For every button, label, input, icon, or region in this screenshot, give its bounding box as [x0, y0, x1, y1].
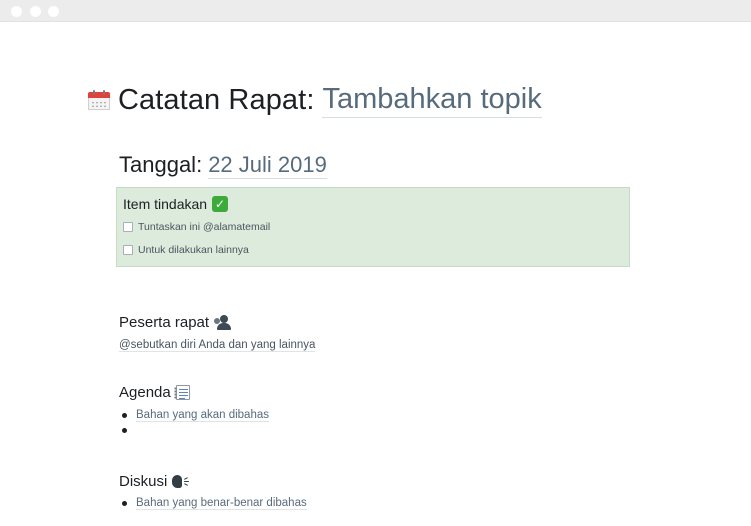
discussion-list-item: Bahan yang benar-benar dibahas	[122, 497, 307, 510]
bullet-marker	[122, 413, 127, 418]
check-mark-icon: ✓	[212, 196, 229, 212]
window-zoom-button[interactable]	[48, 6, 59, 17]
people-icon	[214, 315, 232, 330]
calendar-icon	[88, 90, 110, 110]
agenda-list-item: Bahan yang akan dibahas	[122, 409, 269, 422]
discussion-item-text[interactable]: Bahan yang benar-benar dibahas	[136, 497, 307, 510]
agenda-list-item	[122, 428, 136, 433]
window-minimize-button[interactable]	[30, 6, 41, 17]
todo-item: Tuntaskan ini @alamatemail	[123, 221, 270, 233]
todo-checkbox[interactable]	[123, 222, 133, 232]
meeting-date: Tanggal: 22 Juli 2019	[119, 152, 327, 179]
attendees-heading: Peserta rapat	[119, 314, 232, 331]
todo-label[interactable]: Tuntaskan ini @alamatemail	[138, 221, 270, 233]
discussion-heading: Diskusi	[119, 473, 190, 490]
attendees-mention-placeholder[interactable]: @sebutkan diri Anda dan yang lainnya	[119, 339, 316, 352]
notes-icon	[173, 385, 190, 400]
date-label: Tanggal:	[119, 152, 203, 177]
page-title: Catatan Rapat: Tambahkan topik	[88, 80, 542, 120]
agenda-heading: Agenda	[119, 384, 190, 401]
window-close-button[interactable]	[11, 6, 22, 17]
action-items-title: Item tindakan	[123, 196, 208, 212]
action-items-callout: Item tindakan ✓ Tuntaskan ini @alamatema…	[116, 187, 630, 267]
action-items-heading: Item tindakan ✓	[123, 196, 229, 212]
window-titlebar	[0, 0, 751, 22]
discussion-heading-label: Diskusi	[119, 473, 168, 490]
page-title-label: Catatan Rapat:	[118, 83, 315, 116]
speaking-head-icon	[172, 475, 190, 488]
todo-item: Untuk dilakukan lainnya	[123, 244, 249, 256]
bullet-marker	[122, 501, 127, 506]
agenda-heading-label: Agenda	[119, 384, 171, 401]
bullet-marker	[122, 428, 127, 433]
todo-label[interactable]: Untuk dilakukan lainnya	[138, 244, 249, 256]
add-topic-link[interactable]: Tambahkan topik	[322, 83, 542, 118]
attendees-heading-label: Peserta rapat	[119, 314, 210, 331]
agenda-item-text[interactable]: Bahan yang akan dibahas	[136, 409, 269, 422]
date-link[interactable]: 22 Juli 2019	[208, 152, 327, 179]
document-page: Catatan Rapat: Tambahkan topik Tanggal: …	[0, 22, 751, 526]
todo-checkbox[interactable]	[123, 245, 133, 255]
